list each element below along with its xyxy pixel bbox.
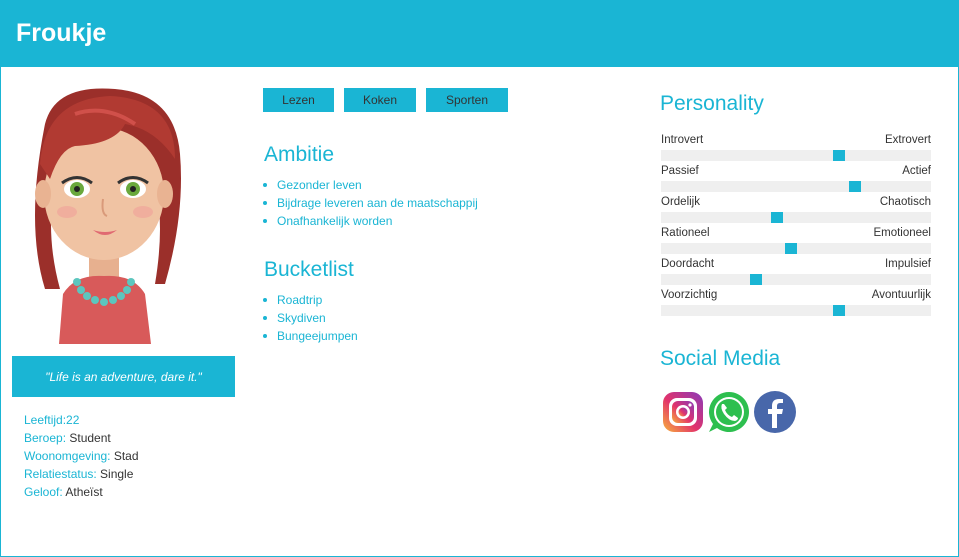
trait-right-label: Avontuurlijk — [871, 289, 931, 301]
personality-sliders: Introvert Extrovert Passief Actief Ordelij… — [661, 132, 931, 318]
trait-voorzichtig-avontuurlijk: Voorzichtig Avontuurlijk — [661, 287, 931, 318]
fact-environment: Woonomgeving: Stad — [24, 449, 139, 463]
bucketlist-list: Roadtrip Skydiven Bungeejumpen — [263, 291, 358, 345]
ambitie-list: Gezonder leven Bijdrage leveren aan de m… — [263, 176, 478, 230]
trait-track — [661, 243, 931, 254]
facebook-icon[interactable] — [753, 390, 797, 434]
trait-marker — [849, 181, 862, 192]
trait-track — [661, 305, 931, 316]
quote-banner: "Life is an adventure, dare it." — [12, 356, 235, 397]
fact-religion: Geloof: Atheïst — [24, 485, 103, 499]
trait-marker — [771, 212, 784, 223]
interest-tags: Lezen Koken Sporten — [263, 88, 508, 112]
tag-reading[interactable]: Lezen — [263, 88, 334, 112]
trait-right-label: Chaotisch — [879, 196, 931, 208]
list-item: Bungeejumpen — [263, 327, 358, 345]
trait-marker — [784, 243, 797, 254]
fact-age: Leeftijd:22 — [24, 413, 80, 427]
persona-name: Froukje — [16, 19, 107, 47]
trait-doordacht-impulsief: Doordacht Impulsief — [661, 256, 931, 287]
list-item: Bijdrage leveren aan de maatschappij — [263, 194, 478, 212]
list-item: Skydiven — [263, 309, 358, 327]
list-item: Roadtrip — [263, 291, 358, 309]
trait-left-label: Passief — [661, 165, 699, 177]
bucketlist-title: Bucketlist — [264, 258, 354, 281]
trait-marker — [833, 150, 846, 161]
trait-track — [661, 274, 931, 285]
trait-passief-actief: Passief Actief — [661, 163, 931, 194]
trait-right-label: Emotioneel — [873, 227, 931, 239]
list-item: Gezonder leven — [263, 176, 478, 194]
instagram-icon[interactable] — [661, 390, 705, 434]
whatsapp-icon[interactable] — [707, 390, 751, 434]
trait-left-label: Doordacht — [661, 258, 715, 270]
trait-marker — [749, 274, 762, 285]
trait-right-label: Impulsief — [884, 258, 931, 270]
trait-introvert-extrovert: Introvert Extrovert — [661, 132, 931, 163]
fact-occupation: Beroep: Student — [24, 431, 111, 445]
trait-track — [661, 212, 931, 223]
trait-left-label: Voorzichtig — [661, 289, 718, 301]
persona-card: Froukje "Life is an adventure, dare it."… — [0, 0, 959, 557]
tag-sports[interactable]: Sporten — [426, 88, 508, 112]
facts-list: Leeftijd:22 Beroep: Student Woonomgeving… — [24, 411, 139, 501]
social-media-title: Social Media — [660, 347, 781, 370]
personality-title: Personality — [660, 92, 764, 115]
trait-left-label: Rationeel — [661, 227, 710, 239]
avatar — [35, 88, 181, 344]
trait-left-label: Ordelijk — [661, 196, 700, 208]
fact-relationship: Relatiestatus: Single — [24, 467, 134, 481]
trait-right-label: Actief — [902, 165, 931, 177]
trait-ordelijk-chaotisch: Ordelijk Chaotisch — [661, 194, 931, 225]
tag-cooking[interactable]: Koken — [344, 88, 416, 112]
trait-left-label: Introvert — [661, 134, 704, 146]
ambitie-title: Ambitie — [264, 143, 335, 166]
trait-track — [661, 150, 931, 161]
header-bar: Froukje — [1, 1, 958, 67]
list-item: Onafhankelijk worden — [263, 212, 478, 230]
trait-marker — [833, 305, 846, 316]
social-icons — [661, 390, 797, 434]
trait-right-label: Extrovert — [884, 134, 931, 146]
trait-track — [661, 181, 931, 192]
trait-rationeel-emotioneel: Rationeel Emotioneel — [661, 225, 931, 256]
